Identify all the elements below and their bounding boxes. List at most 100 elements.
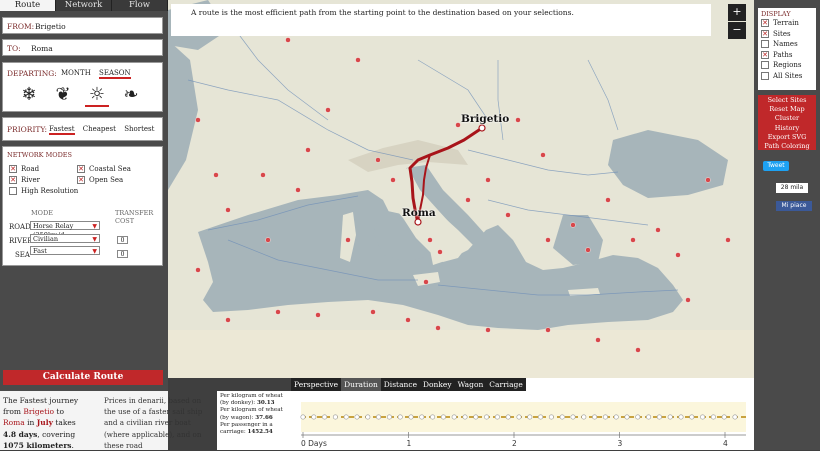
timeline-waypoint[interactable]: [538, 414, 544, 420]
site-marker[interactable]: [375, 157, 381, 163]
timeline-donkey-button[interactable]: Donkey: [420, 378, 455, 391]
regions-checkbox[interactable]: [761, 61, 769, 69]
priority-shortest[interactable]: Shortest: [124, 125, 154, 133]
site-marker[interactable]: [213, 172, 219, 178]
timeline-waypoint[interactable]: [656, 414, 662, 420]
site-marker[interactable]: [515, 117, 521, 123]
site-marker[interactable]: [437, 249, 443, 255]
timeline-perspective-button[interactable]: Perspective: [291, 378, 341, 391]
timeline-waypoint[interactable]: [354, 414, 360, 420]
display-names[interactable]: Names: [761, 39, 813, 50]
timeline-waypoint[interactable]: [732, 414, 738, 420]
high-resolution-checkbox[interactable]: [9, 187, 17, 195]
timeline-waypoint[interactable]: [570, 414, 576, 420]
timeline-waypoint[interactable]: [602, 414, 608, 420]
site-marker[interactable]: [455, 122, 461, 128]
site-marker[interactable]: [355, 57, 361, 63]
timeline-waypoint[interactable]: [721, 414, 727, 420]
road-mode-select[interactable]: Horse Relay (250km/d▼: [30, 221, 100, 239]
site-marker[interactable]: [705, 177, 711, 183]
mode-coastal-sea[interactable]: ✕ Coastal Sea: [77, 165, 131, 173]
site-marker[interactable]: [545, 327, 551, 333]
site-marker[interactable]: [465, 197, 471, 203]
display-terrain[interactable]: ✕ Terrain: [761, 18, 813, 29]
timeline-waypoint[interactable]: [397, 414, 403, 420]
mode-high-resolution[interactable]: High Resolution: [9, 187, 78, 195]
site-marker[interactable]: [405, 317, 411, 323]
timeline-wagon-button[interactable]: Wagon: [455, 378, 487, 391]
mode-road[interactable]: ✕ Road: [9, 165, 39, 173]
river-checkbox[interactable]: ✕: [9, 176, 17, 184]
site-marker[interactable]: [585, 247, 591, 253]
site-marker[interactable]: [435, 325, 441, 331]
timeline-waypoint[interactable]: [451, 414, 457, 420]
site-marker[interactable]: [315, 312, 321, 318]
site-marker[interactable]: [195, 267, 201, 273]
tab-flow[interactable]: Flow: [112, 0, 168, 11]
display-regions[interactable]: Regions: [761, 60, 813, 71]
river-mode-select[interactable]: Civilian ▼: [30, 234, 100, 243]
timeline-waypoint[interactable]: [678, 414, 684, 420]
sea-transfer-input[interactable]: 0: [117, 250, 128, 258]
site-marker[interactable]: [260, 172, 266, 178]
timeline-waypoint[interactable]: [332, 414, 338, 420]
road-checkbox[interactable]: ✕: [9, 165, 17, 173]
site-marker[interactable]: [485, 327, 491, 333]
site-marker[interactable]: [295, 187, 301, 193]
site-marker[interactable]: [545, 237, 551, 243]
timeline-waypoint[interactable]: [343, 414, 349, 420]
reset-map-button[interactable]: Reset Map: [758, 105, 816, 114]
site-marker[interactable]: [725, 237, 731, 243]
site-marker[interactable]: [685, 297, 691, 303]
destination-marker[interactable]: [414, 218, 422, 226]
site-marker[interactable]: [370, 309, 376, 315]
display-all-sites[interactable]: All Sites: [761, 71, 813, 82]
map-view[interactable]: A route is the most efficient path from …: [168, 0, 754, 378]
tweet-button[interactable]: Tweet: [763, 161, 789, 171]
cluster-button[interactable]: Cluster: [758, 114, 816, 123]
timeline-waypoint[interactable]: [559, 414, 565, 420]
history-button[interactable]: History: [758, 124, 816, 133]
names-checkbox[interactable]: [761, 40, 769, 48]
timeline-waypoint[interactable]: [462, 414, 468, 420]
open-sea-checkbox[interactable]: ✕: [77, 176, 85, 184]
timeline-waypoint[interactable]: [430, 414, 436, 420]
timeline-waypoint[interactable]: [592, 414, 598, 420]
river-transfer-input[interactable]: 0: [117, 236, 128, 244]
priority-cheapest[interactable]: Cheapest: [83, 125, 116, 133]
timeline-waypoint[interactable]: [527, 414, 533, 420]
site-marker[interactable]: [570, 222, 576, 228]
timeline-waypoint[interactable]: [613, 414, 619, 420]
site-marker[interactable]: [305, 147, 311, 153]
tab-network[interactable]: Network: [56, 0, 112, 11]
site-marker[interactable]: [485, 177, 491, 183]
timeline-waypoint[interactable]: [700, 414, 706, 420]
timeline-waypoint[interactable]: [581, 414, 587, 420]
site-marker[interactable]: [635, 347, 641, 353]
sites-checkbox[interactable]: ✕: [761, 29, 769, 38]
timeline-waypoint[interactable]: [548, 414, 554, 420]
site-marker[interactable]: [390, 177, 396, 183]
tab-route[interactable]: Route: [0, 0, 56, 11]
spring-tulip-icon[interactable]: ❦: [51, 83, 75, 105]
timeline-waypoint[interactable]: [376, 414, 382, 420]
winter-snowflake-icon[interactable]: ❄: [17, 83, 41, 105]
coastal-sea-checkbox[interactable]: ✕: [77, 165, 85, 173]
timeline-waypoint[interactable]: [505, 414, 511, 420]
facebook-like-button[interactable]: Mi piace: [776, 201, 812, 211]
timeline-waypoint[interactable]: [440, 414, 446, 420]
calculate-route-button[interactable]: Calculate Route: [3, 370, 163, 385]
timeline-waypoint[interactable]: [635, 414, 641, 420]
site-marker[interactable]: [195, 117, 201, 123]
select-sites-button[interactable]: Select Sites: [758, 96, 816, 105]
site-marker[interactable]: [630, 237, 636, 243]
timeline-waypoint[interactable]: [419, 414, 425, 420]
site-marker[interactable]: [655, 227, 661, 233]
site-marker[interactable]: [225, 207, 231, 213]
zoom-in-button[interactable]: +: [728, 4, 746, 21]
timeline-waypoint[interactable]: [624, 414, 630, 420]
autumn-leaf-icon[interactable]: ❧: [119, 83, 143, 105]
timeline-waypoint[interactable]: [365, 414, 371, 420]
to-value[interactable]: Roma: [31, 44, 53, 53]
site-marker[interactable]: [285, 37, 291, 43]
